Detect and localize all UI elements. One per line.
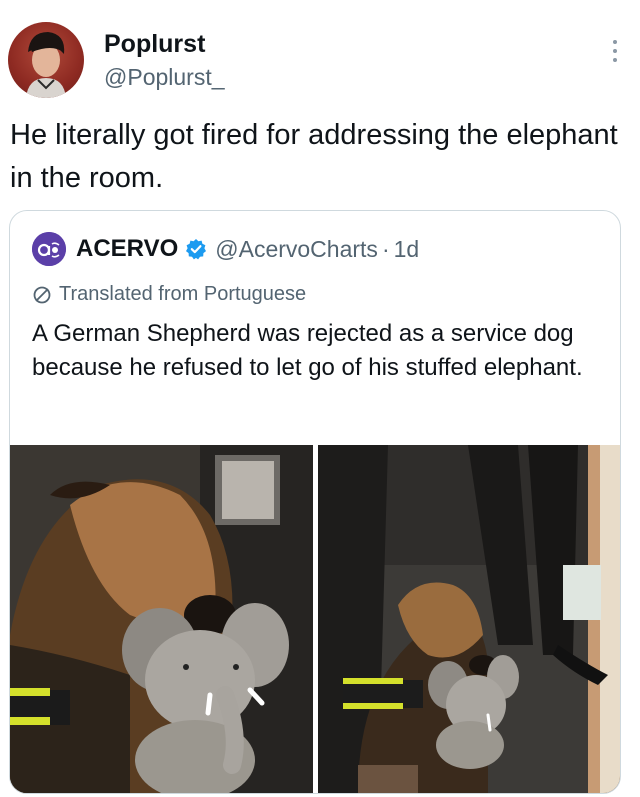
acervo-avatar[interactable] [32,232,66,266]
media-grid [10,445,620,793]
more-vertical-icon[interactable] [610,40,620,68]
acervo-logo-icon [32,232,66,266]
author-handle[interactable]: @Poplurst_ [104,64,225,91]
tweet-text: He literally got fired for addressing th… [10,119,618,194]
quoted-tweet[interactable]: ACERVO @AcervoCharts · 1d Translated fro… [9,210,621,794]
author-display-name[interactable]: Poplurst [104,30,205,59]
user-avatar-photo-icon [26,32,66,98]
dog-with-stuffed-elephant-photo-icon [318,445,620,793]
translate-icon [33,286,51,303]
verified-badge-icon [186,239,207,260]
translation-note[interactable]: Translated from Portuguese [32,283,306,306]
quoted-tweet-time[interactable]: 1d [394,236,420,263]
separator-dot: · [381,235,390,262]
quoted-tweet-text: A German Shepherd was rejected as a serv… [32,320,583,381]
translation-note-label: Translated from Portuguese [59,283,307,305]
author-avatar[interactable] [8,22,84,98]
media-photo-2[interactable] [318,445,620,793]
quoted-tweet-header: ACERVO @AcervoCharts · 1d [32,231,419,267]
quoted-author-display-name[interactable]: ACERVO [76,235,178,263]
quoted-author-handle[interactable]: @AcervoCharts [215,236,378,263]
dog-with-stuffed-elephant-photo-icon [10,445,313,793]
media-photo-1[interactable] [10,445,313,793]
